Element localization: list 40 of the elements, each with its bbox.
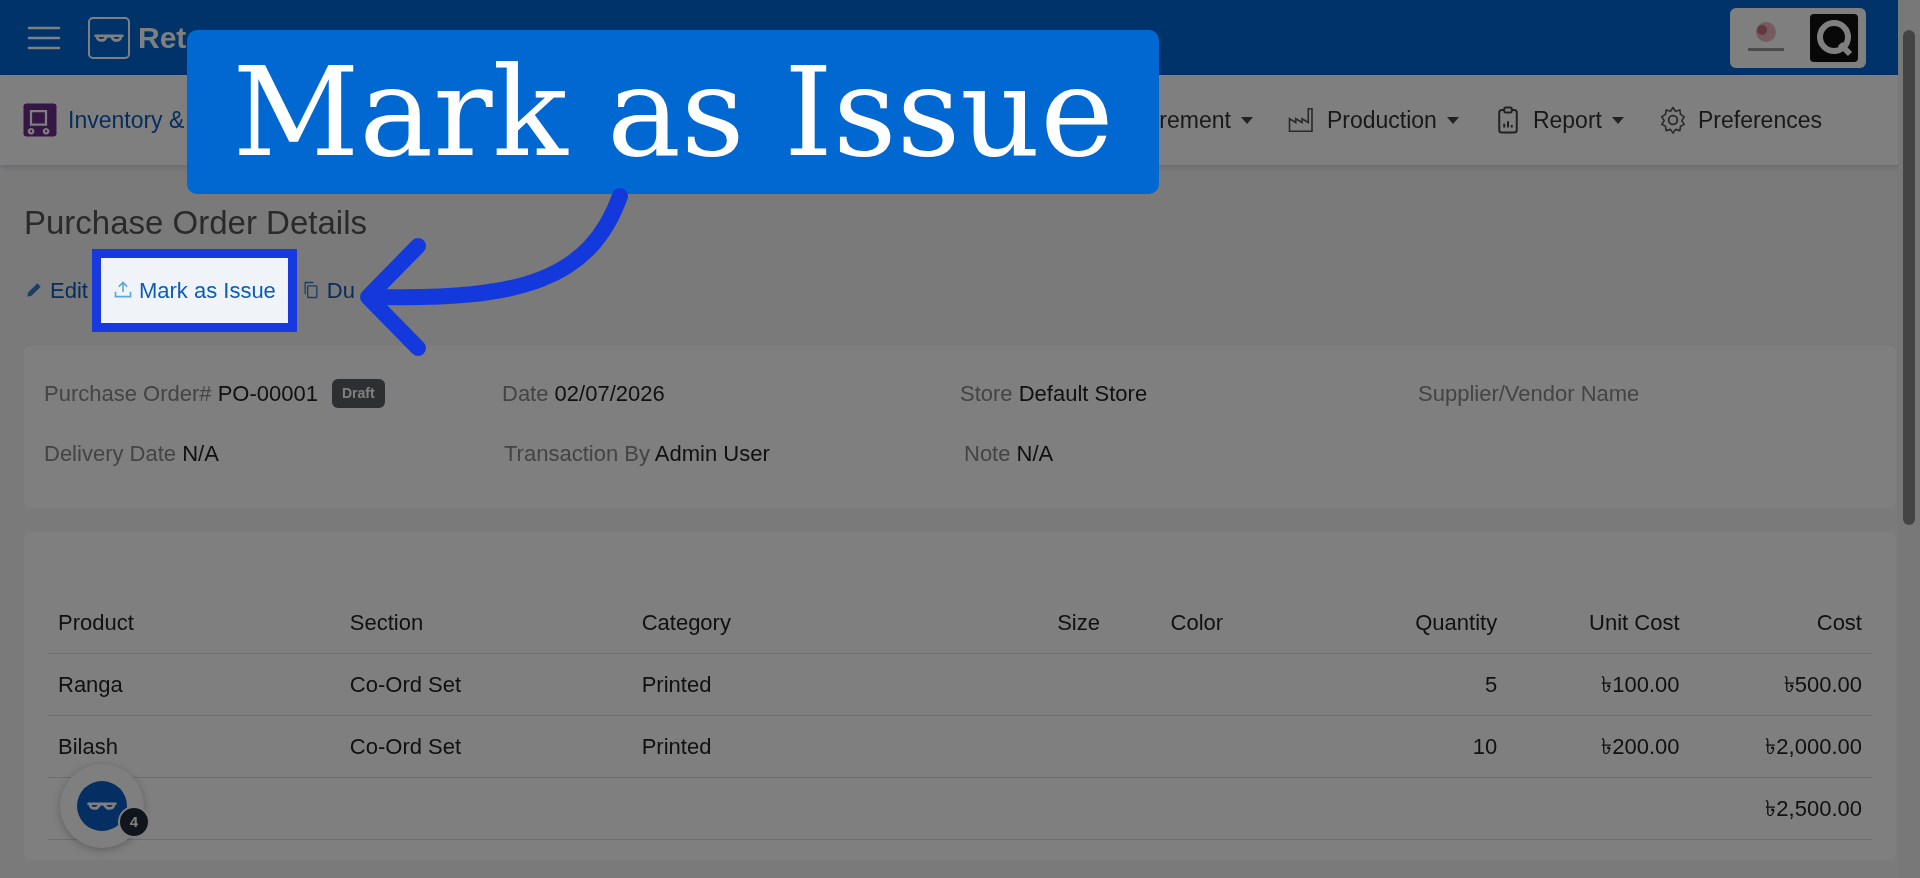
action-link[interactable]: Du	[300, 273, 355, 307]
total-cell: ৳2,500.00	[1765, 795, 1862, 821]
table-cell: ৳500.00	[1783, 671, 1862, 697]
detail-field: Note N/A	[964, 437, 1054, 471]
column-header: Quantity	[1324, 591, 1508, 654]
column-header: Section	[339, 591, 632, 654]
nav-item[interactable]: Preferences	[1657, 102, 1822, 138]
app-title: Ret	[138, 20, 187, 56]
detail-field: Transaction By Admin User	[504, 437, 770, 471]
table-cell: Ranga	[58, 671, 123, 697]
column-header: Size	[996, 591, 1161, 654]
table-cell: ৳2,000.00	[1765, 733, 1862, 759]
nav-item[interactable]: Inventory &	[22, 102, 185, 138]
detail-field: Delivery Date N/A	[44, 437, 219, 471]
table-cell: 10	[1472, 733, 1498, 759]
nav-item[interactable]: rement	[1159, 102, 1253, 138]
table-cell: ৳200.00	[1601, 733, 1680, 759]
table-cell: Co-Ord Set	[349, 733, 462, 759]
page-title: Purchase Order Details	[24, 203, 368, 243]
column-header: Category	[631, 591, 997, 654]
column-header: Product	[48, 591, 340, 654]
table-cell: 5	[1484, 671, 1498, 697]
table-cell: Printed	[641, 671, 712, 697]
nav-item[interactable]: Report	[1492, 102, 1624, 138]
detail-field: Supplier/Vendor Name	[1418, 377, 1640, 411]
table-cell: Co-Ord Set	[349, 671, 462, 697]
detail-field: Store Default Store	[960, 377, 1148, 411]
column-header: Unit Cost	[1507, 591, 1690, 654]
detail-field: Purchase Order# PO-00001	[44, 377, 318, 411]
action-link[interactable]: Mark as Issue	[91, 248, 297, 332]
table-cell: Printed	[641, 733, 712, 759]
column-header: Color	[1160, 591, 1325, 654]
table-cell: Bilash	[58, 733, 118, 759]
detail-field: Date 02/07/2026	[502, 377, 665, 411]
column-header: Cost	[1689, 591, 1872, 654]
table-cell: ৳100.00	[1601, 671, 1680, 697]
nav-item[interactable]: Production	[1286, 102, 1459, 138]
callout-label: Mark as Issue	[187, 30, 1159, 194]
status-badge: Draft	[331, 379, 385, 409]
action-link[interactable]: Edit	[24, 273, 88, 307]
